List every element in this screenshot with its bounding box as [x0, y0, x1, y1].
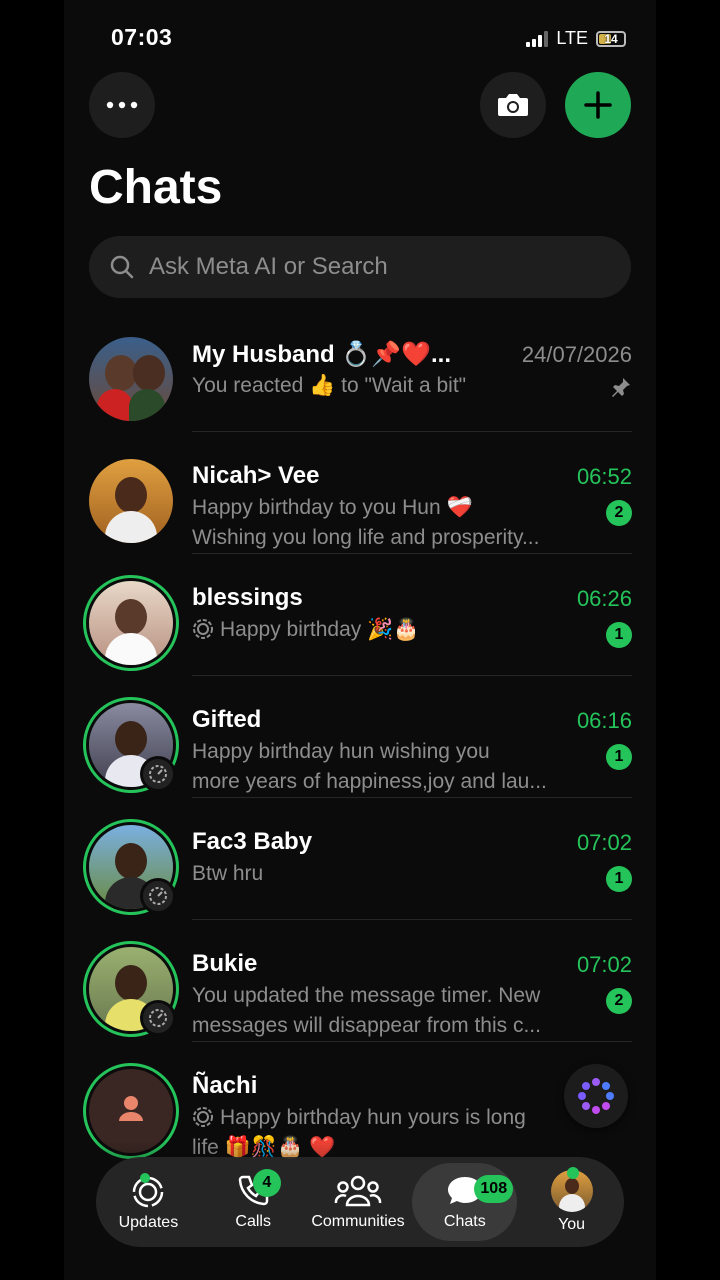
camera-button[interactable]: [480, 72, 546, 138]
preview-line: Btw hru: [192, 862, 264, 885]
chat-row[interactable]: My Husband 💍📌❤️... 24/07/2026 You reacte…: [64, 310, 656, 432]
tab-label: Chats: [443, 1213, 486, 1230]
network-label: LTE: [556, 28, 588, 48]
chat-name: Gifted: [192, 706, 262, 733]
unread-badge: 1: [606, 744, 632, 770]
tab-bar: Updates 4 Calls Communities 108 Chats Yo…: [96, 1157, 624, 1247]
chat-time: 06:52: [576, 464, 632, 489]
battery-icon: 14: [596, 30, 626, 47]
more-options-button[interactable]: [89, 72, 155, 138]
preview-line: messages will disappear from this c...: [192, 1014, 541, 1037]
avatar: [89, 337, 173, 421]
tab-label: Calls: [235, 1213, 271, 1230]
chat-preview: Happy birthday to you Hun ❤️‍🩹 Wishing y…: [192, 493, 587, 553]
avatar: [89, 459, 173, 543]
timer-icon: [140, 756, 176, 792]
chat-preview: Btw hru: [192, 859, 587, 889]
meta-ai-button[interactable]: [564, 1064, 628, 1128]
chat-row[interactable]: Gifted 06:16 Happy birthday hun wishing …: [64, 676, 656, 798]
chat-preview: Happy birthday 🎉🎂: [192, 615, 587, 645]
chat-time: 07:02: [576, 830, 632, 855]
communities-icon: [334, 1175, 382, 1207]
preview-line: You updated the message timer. New: [192, 984, 541, 1007]
search-input[interactable]: Ask Meta AI or Search: [89, 236, 631, 298]
chat-time: 06:26: [576, 586, 632, 611]
chat-preview: You reacted 👍 to "Wait a bit": [192, 371, 587, 401]
tab-label: Communities: [311, 1213, 405, 1230]
chat-preview: Happy birthday hun wishing you more year…: [192, 737, 587, 797]
timer-icon: [140, 1000, 176, 1036]
status-icon: [193, 619, 213, 639]
meta-ai-icon: [578, 1078, 614, 1114]
preview-line: Happy birthday to you Hun ❤️‍🩹: [192, 496, 473, 519]
tab-chats[interactable]: 108 Chats: [412, 1163, 518, 1241]
avatar: [89, 581, 173, 665]
unread-badge: 1: [606, 622, 632, 648]
search-placeholder: Ask Meta AI or Search: [149, 253, 388, 280]
chat-time: 24/07/2026: [521, 342, 632, 367]
status-time: 07:03: [111, 24, 173, 50]
tab-calls[interactable]: 4 Calls: [201, 1157, 306, 1247]
chat-time: 06:16: [576, 708, 632, 733]
unread-badge: 2: [606, 988, 632, 1014]
chat-name: Ñachi: [192, 1072, 258, 1099]
signal-icon: [526, 30, 549, 47]
search-icon: [110, 255, 134, 279]
preview-line: more years of happiness,joy and lau...: [192, 770, 547, 793]
unread-badge: 2: [606, 500, 632, 526]
chat-row[interactable]: Bukie 07:02 You updated the message time…: [64, 920, 656, 1042]
chat-name: Fac3 Baby: [192, 828, 313, 855]
tab-updates[interactable]: Updates: [96, 1157, 201, 1247]
chat-row[interactable]: Nicah> Vee 06:52 Happy birthday to you H…: [64, 432, 656, 554]
plus-icon: [584, 91, 612, 119]
chats-badge: 108: [474, 1175, 514, 1203]
tab-label: Updates: [118, 1214, 179, 1231]
status-icon: [193, 1107, 213, 1127]
calls-badge: 4: [252, 1169, 281, 1197]
preview-line: Wishing you long life and prosperity...: [192, 526, 540, 549]
tab-label: You: [558, 1216, 586, 1233]
tab-communities[interactable]: Communities: [306, 1157, 411, 1247]
screen: 07:03 LTE 14 Chats Ask Meta AI or Search…: [64, 0, 656, 1280]
preview-line: Happy birthday 🎉🎂: [192, 615, 587, 645]
preview-line: You reacted 👍 to "Wait a bit": [192, 374, 467, 397]
timer-icon: [140, 878, 176, 914]
chat-name: Nicah> Vee: [192, 462, 320, 489]
updates-dot: [140, 1173, 150, 1183]
more-icon: [106, 101, 138, 109]
status-indicators: LTE 14: [526, 28, 626, 49]
camera-icon: [498, 94, 528, 116]
preview-line: Happy birthday hun yours is long: [192, 1103, 587, 1133]
tab-you[interactable]: You: [519, 1157, 624, 1247]
unread-badge: 1: [606, 866, 632, 892]
chat-time: 07:02: [576, 952, 632, 977]
page-title: Chats: [89, 161, 223, 214]
chat-row[interactable]: Fac3 Baby 07:02 Btw hru 1: [64, 798, 656, 920]
chat-preview: You updated the message timer. New messa…: [192, 981, 587, 1041]
battery-level: 14: [604, 31, 618, 46]
chat-name: My Husband 💍📌❤️...: [192, 341, 451, 368]
preview-line: Happy birthday hun wishing you: [192, 740, 490, 763]
chat-name: Bukie: [192, 950, 258, 977]
pin-icon: [612, 378, 630, 397]
chat-name: blessings: [192, 584, 303, 611]
chat-list: My Husband 💍📌❤️... 24/07/2026 You reacte…: [64, 310, 656, 1164]
new-chat-button[interactable]: [565, 72, 631, 138]
chat-row[interactable]: blessings 06:26 Happy birthday 🎉🎂 1: [64, 554, 656, 676]
